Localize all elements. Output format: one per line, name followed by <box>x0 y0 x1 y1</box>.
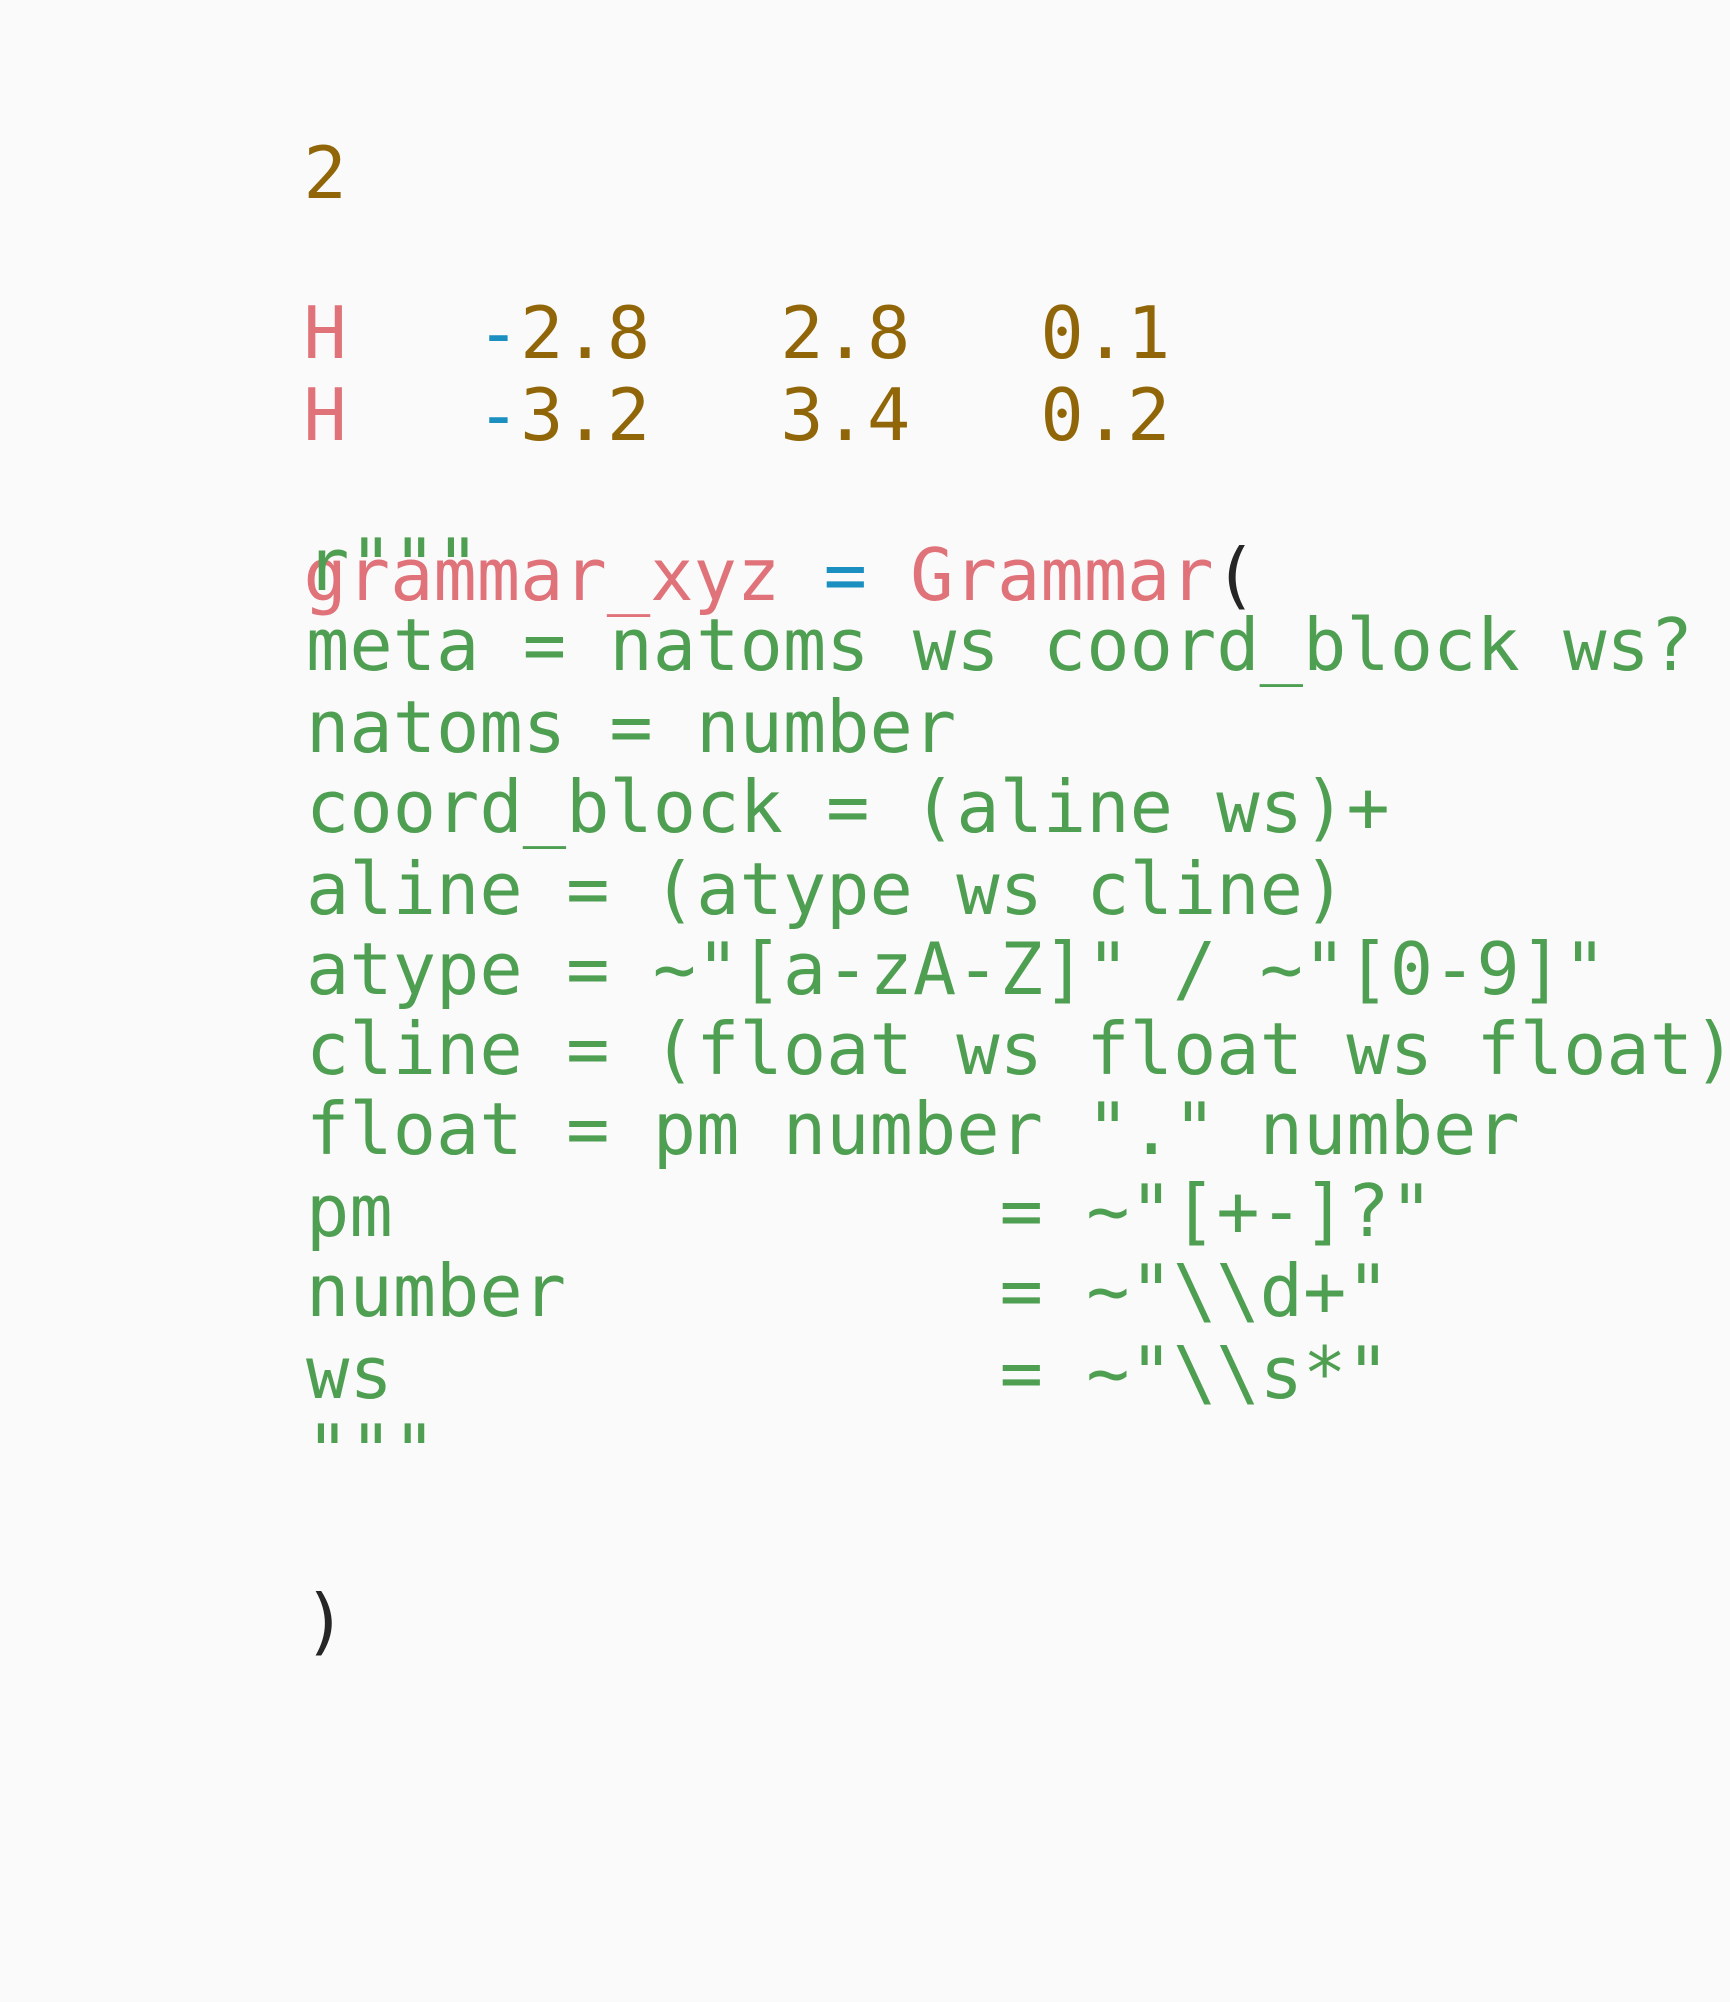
grammar-line: r""" <box>306 520 479 610</box>
grammar-line: pm = ~"[+-]?" <box>306 1166 1433 1256</box>
code-line-count: 2 <box>130 38 346 215</box>
grammar-line: meta = natoms ws coord_block ws? <box>306 600 1693 690</box>
grammar-line: number = ~"\\d+" <box>306 1246 1390 1336</box>
grammar-line: coord_block = (aline ws)+ <box>306 762 1390 852</box>
grammar-line: atype = ~"[a-zA-Z]" / ~"[0-9]" <box>306 924 1606 1014</box>
grammar-text: """ <box>306 1409 437 1493</box>
grammar-text: meta = natoms ws coord_block ws? <box>306 603 1694 687</box>
code-line-coord-1: H -2.8 2.8 0.1 <box>130 198 1170 375</box>
code-editor[interactable]: 2 H -2.8 2.8 0.1 H -3.2 3.4 0.2 grammar_… <box>0 0 1730 2002</box>
grammar-text: natoms = number <box>306 685 957 769</box>
grammar-line: """ <box>306 1406 436 1496</box>
code-line-close: ) <box>130 1486 346 1663</box>
grammar-text: cline = (float ws float ws float) <box>306 1007 1730 1091</box>
grammar-line: ws = ~"\\s*" <box>306 1328 1390 1418</box>
grammar-text: r""" <box>306 523 480 607</box>
grammar-line: aline = (atype ws cline) <box>306 844 1346 934</box>
grammar-line: float = pm number "." number <box>306 1084 1520 1174</box>
grammar-text: float = pm number "." number <box>306 1087 1520 1171</box>
grammar-text: ws = ~"\\s*" <box>306 1331 1390 1415</box>
grammar-text: number = ~"\\d+" <box>306 1249 1390 1333</box>
grammar-text: coord_block = (aline ws)+ <box>306 765 1390 849</box>
close-paren: ) <box>303 1579 347 1663</box>
grammar-text: pm = ~"[+-]?" <box>306 1169 1434 1253</box>
grammar-line: cline = (float ws float ws float) <box>306 1004 1730 1094</box>
code-line-coord-2: H -3.2 3.4 0.2 <box>130 280 1170 457</box>
grammar-text: aline = (atype ws cline) <box>306 847 1347 931</box>
grammar-line: natoms = number <box>306 682 956 772</box>
code-line-assign: grammar_xyz = Grammar( <box>130 440 1257 617</box>
grammar-text: atype = ~"[a-zA-Z]" / ~"[0-9]" <box>306 927 1607 1011</box>
